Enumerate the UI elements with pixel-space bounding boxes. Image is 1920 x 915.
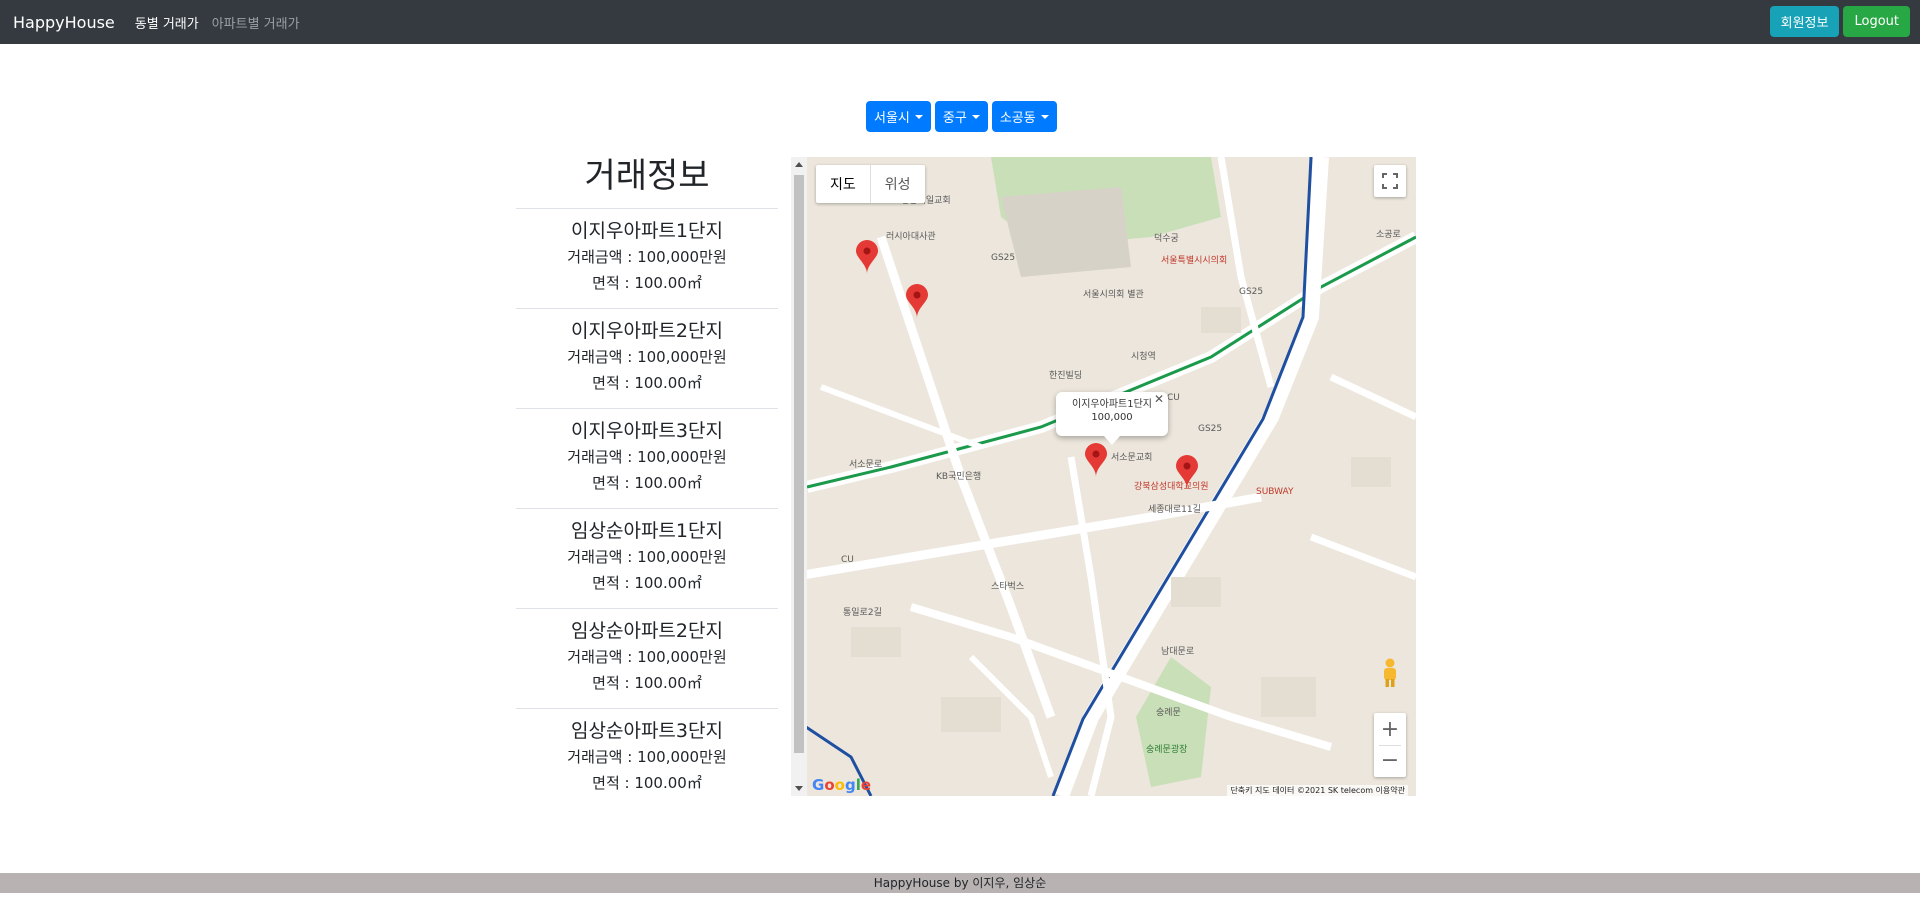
fullscreen-button[interactable] <box>1374 165 1406 197</box>
nav-link-apt-price[interactable]: 아파트별 거래가 <box>212 13 300 32</box>
map-info-window: ✕ 이지우아파트1단지 100,000 <box>1056 392 1168 445</box>
deal-list-panel: 거래정보 이지우아파트1단지 거래금액 : 100,000만원 면적 : 100… <box>516 150 778 808</box>
brand-logo[interactable]: HappyHouse <box>13 13 115 32</box>
deal-area: 면적 : 100.00㎡ <box>592 474 702 492</box>
map-label: 서소문로 <box>849 460 883 470</box>
map-label: KB국민은행 <box>936 472 982 482</box>
footer: HappyHouse by 이지우, 임상순 <box>0 873 1920 893</box>
map-type-map-button[interactable]: 지도 <box>816 165 870 203</box>
map-label: 서소문교회 <box>1111 453 1153 463</box>
city-dropdown-label: 서울시 <box>874 111 910 126</box>
deal-list-item[interactable]: 임상순아파트3단지 거래금액 : 100,000만원 면적 : 100.00㎡ <box>516 708 778 808</box>
map-label: 소공로 <box>1376 230 1401 240</box>
map-scrollbar[interactable] <box>791 157 807 796</box>
nav-link-dong-price[interactable]: 동별 거래가 <box>135 13 199 32</box>
apartment-marker[interactable] <box>906 284 928 318</box>
map-label: 스타벅스 <box>991 582 1025 592</box>
deal-list-item[interactable]: 임상순아파트1단지 거래금액 : 100,000만원 면적 : 100.00㎡ <box>516 508 778 608</box>
navbar: HappyHouse 동별 거래가 아파트별 거래가 회원정보 Logout <box>0 0 1920 44</box>
deal-list-item[interactable]: 이지우아파트3단지 거래금액 : 100,000만원 면적 : 100.00㎡ <box>516 408 778 508</box>
zoom-control: + − <box>1374 713 1406 777</box>
chevron-down-icon <box>914 114 923 119</box>
zoom-out-button[interactable]: − <box>1381 746 1399 776</box>
map-label: 덕수궁 <box>1154 234 1179 244</box>
apartment-marker[interactable] <box>1176 455 1198 489</box>
district-dropdown[interactable]: 중구 <box>934 101 988 132</box>
city-dropdown[interactable]: 서울시 <box>866 101 931 132</box>
map-label: 한진빌딩 <box>1049 371 1083 381</box>
scroll-thumb[interactable] <box>794 175 804 753</box>
chevron-down-icon <box>971 114 980 119</box>
apartment-marker[interactable] <box>856 240 878 274</box>
apartment-marker[interactable] <box>1085 443 1107 477</box>
deal-apt-name: 임상순아파트3단지 <box>571 720 723 742</box>
map-label: 세종대로11길 <box>1148 505 1201 515</box>
deal-area: 면적 : 100.00㎡ <box>592 574 702 592</box>
logout-button[interactable]: Logout <box>1843 6 1910 37</box>
map-label: GS25 <box>1198 424 1223 434</box>
map-label: CU <box>1167 393 1180 403</box>
map-label: 남대문로 <box>1161 647 1195 657</box>
google-logo: Google <box>812 776 872 794</box>
deal-price: 거래금액 : 100,000만원 <box>567 548 727 566</box>
deal-list-item[interactable]: 임상순아파트2단지 거래금액 : 100,000만원 면적 : 100.00㎡ <box>516 608 778 708</box>
region-selectors: 서울시 중구 소공동 <box>866 101 1057 132</box>
palace-grounds <box>1001 187 1131 277</box>
deal-area: 면적 : 100.00㎡ <box>592 674 702 692</box>
info-window-name: 이지우아파트1단지 <box>1072 399 1152 410</box>
map-label: 숭례문광장 <box>1146 745 1188 755</box>
deal-apt-name: 이지우아파트2단지 <box>571 320 723 342</box>
map-label: CU <box>841 555 854 565</box>
map-type-satellite-button[interactable]: 위성 <box>869 165 925 203</box>
deal-price: 거래금액 : 100,000만원 <box>567 648 727 666</box>
deal-price: 거래금액 : 100,000만원 <box>567 448 727 466</box>
map-label: 숭례문 <box>1156 708 1181 718</box>
dong-dropdown[interactable]: 소공동 <box>991 101 1057 132</box>
deal-list-title: 거래정보 <box>584 156 710 196</box>
deal-price: 거래금액 : 100,000만원 <box>567 748 727 766</box>
deal-price: 거래금액 : 100,000만원 <box>567 248 727 266</box>
map-label: 서울시의회 별관 <box>1083 290 1144 300</box>
deal-apt-name: 이지우아파트1단지 <box>571 220 723 242</box>
deal-area: 면적 : 100.00㎡ <box>592 274 702 292</box>
info-window-price: 100,000 <box>1091 412 1133 423</box>
deal-apt-name: 이지우아파트3단지 <box>571 420 723 442</box>
deal-apt-name: 임상순아파트2단지 <box>571 620 723 642</box>
street-view-button[interactable] <box>1376 655 1404 691</box>
map-attribution[interactable]: 단축키 지도 데이터 ©2021 SK telecom 이용약관 <box>1227 785 1408 796</box>
map-label: GS25 <box>1239 287 1264 297</box>
map-label: GS25 <box>991 253 1016 263</box>
map-label: SUBWAY <box>1256 487 1294 497</box>
map-label: 통일로2길 <box>843 608 882 618</box>
map-label: 러시아대사관 <box>886 232 936 242</box>
deal-list-item[interactable]: 이지우아파트1단지 거래금액 : 100,000만원 면적 : 100.00㎡ <box>516 208 778 308</box>
map-type-control: 지도 위성 <box>816 165 925 203</box>
chevron-down-icon <box>1040 114 1049 119</box>
scroll-up-icon[interactable] <box>795 162 803 167</box>
fullscreen-icon <box>1382 173 1398 189</box>
deal-apt-name: 임상순아파트1단지 <box>571 520 723 542</box>
zoom-in-button[interactable]: + <box>1381 715 1399 745</box>
map-label: 서울특별시시의회 <box>1161 256 1228 266</box>
deal-area: 면적 : 100.00㎡ <box>592 374 702 392</box>
park-area <box>1136 657 1211 787</box>
close-icon[interactable]: ✕ <box>1154 393 1164 406</box>
dong-dropdown-label: 소공동 <box>999 111 1036 126</box>
deal-price: 거래금액 : 100,000만원 <box>567 348 727 366</box>
map-container[interactable]: 정동제일교회 덕수궁 러시아대사관 GS25 서울특별시시의회 서울시의회 별관… <box>791 157 1416 796</box>
district-dropdown-label: 중구 <box>942 111 967 126</box>
deal-list-item[interactable]: 이지우아파트2단지 거래금액 : 100,000만원 면적 : 100.00㎡ <box>516 308 778 408</box>
member-info-button[interactable]: 회원정보 <box>1769 6 1840 37</box>
nav-right-buttons: 회원정보 Logout <box>1769 6 1910 37</box>
pegman-icon <box>1384 658 1396 687</box>
scroll-down-icon[interactable] <box>795 786 803 791</box>
map-label: 시청역 <box>1131 352 1156 362</box>
deal-area: 면적 : 100.00㎡ <box>592 774 702 792</box>
